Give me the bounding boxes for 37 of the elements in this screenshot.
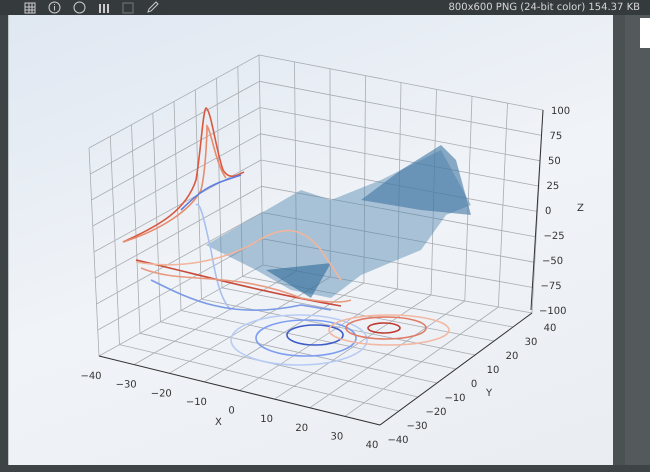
square-icon[interactable] (122, 2, 134, 14)
z-tick-label: −100 (539, 306, 566, 317)
info-icon[interactable] (48, 1, 61, 14)
x-tick-label: −40 (80, 371, 102, 382)
bars-icon[interactable] (98, 2, 110, 14)
image-info: 800x600 PNG (24-bit color) 154.37 KB (448, 2, 640, 13)
circle-icon[interactable] (73, 1, 86, 14)
z-tick-label: 75 (550, 131, 562, 142)
x-tick-label: 20 (295, 422, 308, 434)
y-tick-label: 30 (524, 337, 538, 348)
z-tick-label: 25 (546, 181, 560, 192)
x-axis-label: X (215, 417, 222, 428)
y-tick-label: −20 (425, 407, 447, 418)
z-axis-label: Z (577, 203, 584, 214)
x-tick-label: 10 (260, 414, 273, 426)
x-tick-label: −10 (186, 396, 207, 408)
x-tick-label: 40 (366, 440, 378, 451)
y-tick-label: 10 (486, 365, 500, 376)
x-tick-label: 30 (330, 431, 344, 442)
y-tick-label: 40 (544, 323, 556, 334)
grid-icon[interactable] (24, 2, 36, 14)
z-tick-label: 0 (545, 206, 552, 217)
x-tick-label: −20 (150, 388, 172, 400)
z-tick-label: −75 (540, 281, 562, 292)
z-tick-label: −50 (542, 256, 564, 267)
y-tick-label: 0 (470, 379, 478, 390)
y-tick-label: −40 (387, 435, 409, 446)
y-tick-label: 20 (506, 351, 518, 362)
z-tick-label: 100 (551, 106, 570, 117)
x-tick-label: −30 (116, 380, 137, 391)
y-axis-label: Y (486, 388, 492, 399)
x-tick-label: 0 (228, 406, 235, 416)
z-tick-label: 50 (548, 156, 561, 167)
z-tick-label: −25 (544, 231, 565, 242)
y-tick-label: −10 (444, 393, 466, 404)
pencil-icon[interactable] (146, 1, 159, 14)
y-tick-label: −30 (406, 421, 428, 432)
